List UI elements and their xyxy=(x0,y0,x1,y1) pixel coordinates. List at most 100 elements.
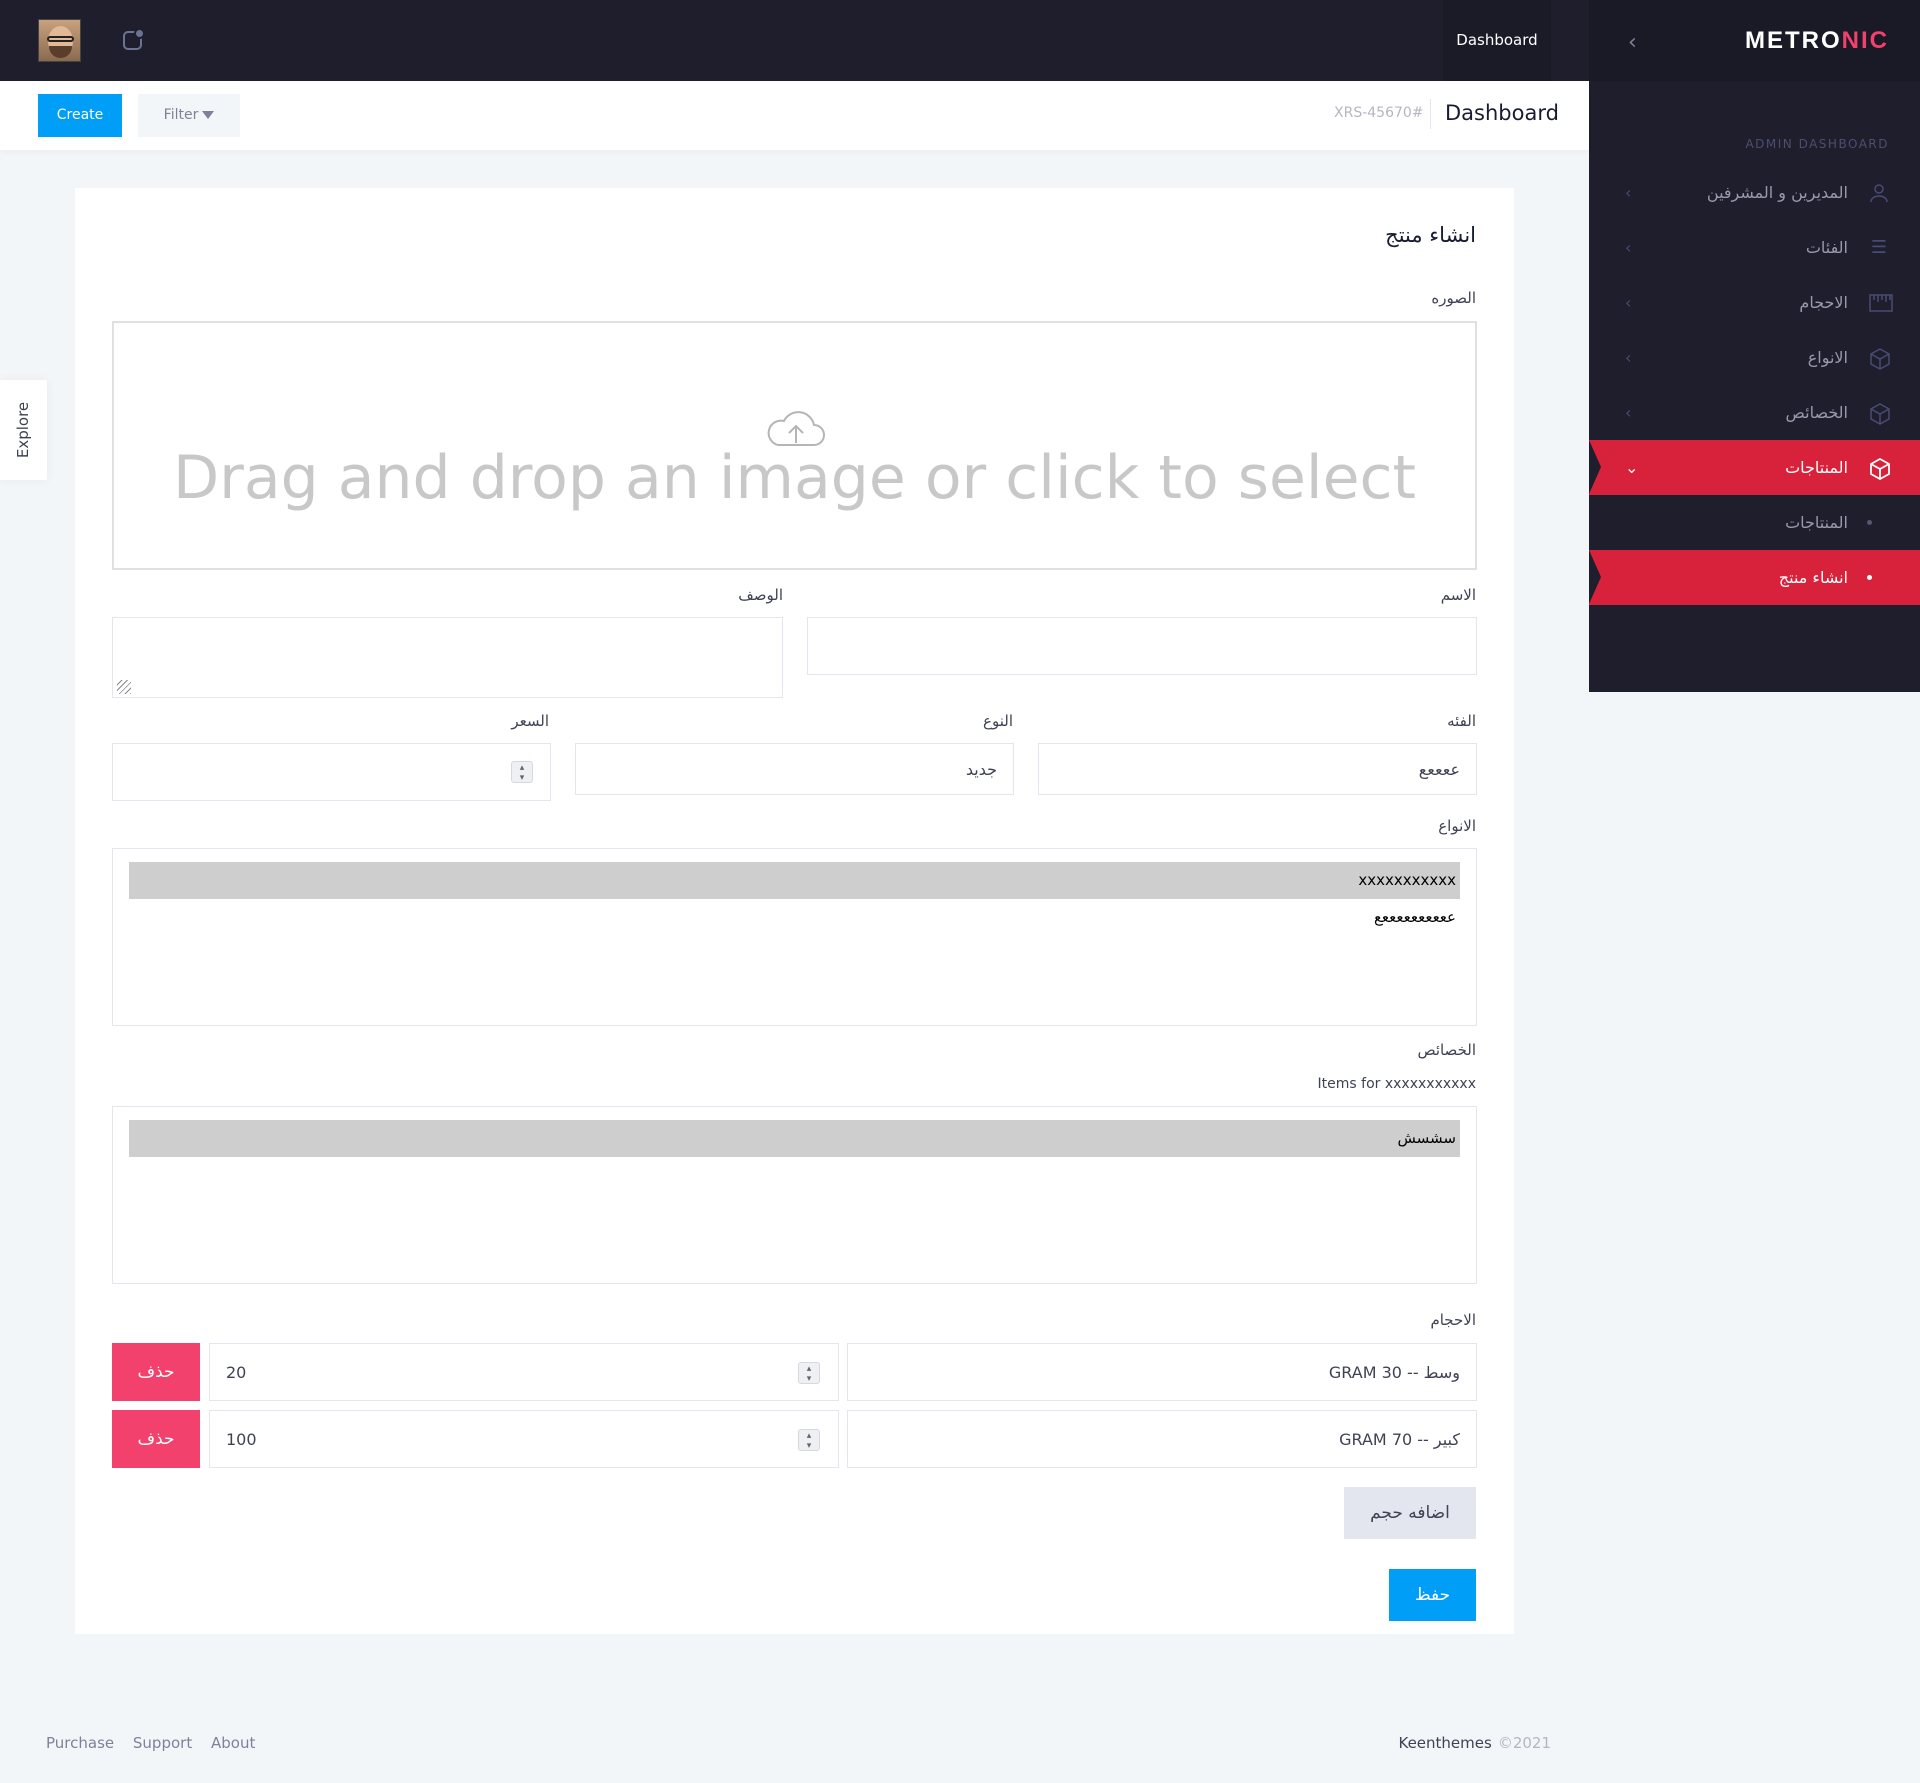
list-item[interactable]: ععععععععععع xyxy=(129,899,1460,936)
sidebar-item-admins[interactable]: ‹ المديرين و المشرفين xyxy=(1589,165,1920,220)
sidebar-subitem-products-list[interactable]: المنتاجات xyxy=(1589,495,1920,550)
user-avatar[interactable] xyxy=(38,19,81,62)
list-item[interactable]: xxxxxxxxxxx xyxy=(129,862,1460,899)
card-title: انشاء منتج xyxy=(1385,223,1476,247)
cube-icon xyxy=(1869,403,1890,425)
size-select[interactable]: وسط -- GRAM 30 xyxy=(847,1343,1477,1401)
image-label: الصوره xyxy=(1431,289,1476,307)
category-label: الفئه xyxy=(1447,712,1476,730)
notification-icon[interactable] xyxy=(123,28,145,50)
sidebar-item-label: المنتاجات xyxy=(1785,458,1848,477)
filter-label: Filter xyxy=(163,107,199,123)
footer-copyright: Keenthemes ©2021 xyxy=(1398,1734,1551,1752)
type-select[interactable]: جديد xyxy=(575,743,1014,795)
explore-tab[interactable]: Explore xyxy=(0,380,47,480)
list-item[interactable]: سشسش xyxy=(129,1120,1460,1157)
type-value: جديد xyxy=(965,760,997,779)
chevron-down-icon: ⌄ xyxy=(1625,458,1639,477)
delete-size-button[interactable]: حذف xyxy=(112,1410,200,1468)
subheader-divider xyxy=(1430,99,1431,129)
delete-size-button[interactable]: حذف xyxy=(112,1343,200,1401)
logo-accent: NIC xyxy=(1841,27,1889,54)
sidebar-subitem-label: انشاء منتج xyxy=(1778,568,1848,587)
number-spinner-icon[interactable]: ▴ ▾ xyxy=(798,1429,820,1451)
cube-icon xyxy=(1869,348,1890,370)
logo-main: METRO xyxy=(1744,27,1842,54)
attributes-group-label: Items for xxxxxxxxxxx xyxy=(1317,1076,1476,1092)
add-size-button[interactable]: اضافه حجم xyxy=(1344,1487,1476,1539)
size-qty-input[interactable]: 100 ▴ ▾ xyxy=(209,1410,839,1468)
footer-link-purchase[interactable]: Purchase xyxy=(46,1734,114,1752)
brand-logo[interactable]: METRONIC xyxy=(1745,27,1889,55)
price-label: السعر xyxy=(511,712,549,730)
number-spinner-icon[interactable]: ▴ ▾ xyxy=(798,1362,820,1384)
sidebar-item-label: المديرين و المشرفين xyxy=(1706,183,1848,202)
explore-label: Explore xyxy=(14,401,32,459)
sizes-label: الاحجام xyxy=(1430,1311,1476,1329)
ruler-icon xyxy=(1869,293,1893,313)
list-icon: ☰ xyxy=(1870,237,1888,258)
types-multiselect[interactable]: xxxxxxxxxxx ععععععععععع xyxy=(112,848,1477,1026)
filter-icon xyxy=(202,111,215,119)
image-dropzone[interactable]: Drag and drop an image or click to selec… xyxy=(112,321,1477,570)
sidebar-item-label: الاحجام xyxy=(1799,293,1848,312)
footer-brand[interactable]: Keenthemes xyxy=(1398,1734,1491,1752)
dropzone-text: Drag and drop an image or click to selec… xyxy=(172,443,1417,513)
chevron-left-icon: ‹ xyxy=(1625,238,1632,257)
price-input[interactable]: ▴ ▾ xyxy=(112,743,551,801)
bullet-dot-icon xyxy=(1867,520,1872,525)
category-select[interactable]: ععععع xyxy=(1038,743,1477,795)
attributes-multiselect[interactable]: سشسش xyxy=(112,1106,1477,1284)
save-button[interactable]: حفظ xyxy=(1389,1569,1476,1621)
sidebar-collapse-icon[interactable]: ‹ xyxy=(1628,30,1637,55)
bullet-dot-icon xyxy=(1867,575,1872,580)
sidebar-section-title: ADMIN DASHBOARD xyxy=(1745,137,1889,151)
sidebar-item-types[interactable]: ‹ الانواع xyxy=(1589,330,1920,385)
chevron-left-icon: ‹ xyxy=(1625,293,1632,312)
footer: Purchase Support About Keenthemes ©2021 xyxy=(0,1720,1589,1766)
description-label: الوصف xyxy=(738,586,783,604)
cube-icon xyxy=(1869,457,1890,481)
user-icon xyxy=(1869,183,1889,203)
filter-button[interactable]: Filter xyxy=(138,94,240,137)
type-label: النوع xyxy=(983,712,1013,730)
sidebar: ‹ METRONIC ADMIN DASHBOARD ‹ المديرين و … xyxy=(1589,0,1920,692)
footer-link-about[interactable]: About xyxy=(211,1734,255,1752)
top-header: Dashboard xyxy=(0,0,1589,81)
size-value: كبير -- GRAM 70 xyxy=(1339,1430,1460,1449)
size-value: وسط -- GRAM 30 xyxy=(1328,1363,1460,1382)
avatar-glasses xyxy=(47,36,74,42)
footer-links: Purchase Support About xyxy=(46,1734,269,1752)
page-title: Dashboard xyxy=(1445,101,1559,125)
subheader: Create Filter XRS-45670# Dashboard xyxy=(0,81,1589,150)
sidebar-subitem-label: المنتاجات xyxy=(1785,513,1848,532)
sidebar-item-sizes[interactable]: ‹ الاحجام xyxy=(1589,275,1920,330)
size-qty-input[interactable]: 20 ▴ ▾ xyxy=(209,1343,839,1401)
category-value: ععععع xyxy=(1418,760,1460,779)
sidebar-item-categories[interactable]: ‹ الفئات ☰ xyxy=(1589,220,1920,275)
name-input[interactable] xyxy=(807,617,1477,675)
avatar-beard xyxy=(49,46,72,58)
footer-year: ©2021 xyxy=(1497,1734,1551,1752)
create-product-card: انشاء منتج الصوره Drag and drop an image… xyxy=(75,188,1514,1634)
sidebar-subitem-create-product[interactable]: انشاء منتج xyxy=(1589,550,1920,605)
resize-handle-icon[interactable] xyxy=(117,680,131,694)
chevron-left-icon: ‹ xyxy=(1625,183,1632,202)
description-textarea[interactable] xyxy=(112,617,783,698)
subheader-code: XRS-45670# xyxy=(1334,105,1424,121)
size-qty-value: 100 xyxy=(226,1430,257,1449)
sidebar-header: ‹ METRONIC xyxy=(1589,0,1920,81)
sidebar-item-label: الخصائص xyxy=(1785,403,1848,422)
name-label: الاسم xyxy=(1440,586,1476,604)
footer-link-support[interactable]: Support xyxy=(133,1734,192,1752)
header-dashboard-tab[interactable]: Dashboard xyxy=(1443,0,1551,81)
sidebar-item-attributes[interactable]: ‹ الخصائص xyxy=(1589,385,1920,440)
create-button[interactable]: Create xyxy=(38,94,122,137)
number-spinner-icon[interactable]: ▴ ▾ xyxy=(511,761,533,783)
sidebar-item-label: الفئات xyxy=(1805,238,1848,257)
chevron-left-icon: ‹ xyxy=(1625,348,1632,367)
attributes-label: الخصائص xyxy=(1417,1041,1476,1059)
size-qty-value: 20 xyxy=(226,1363,247,1382)
size-select[interactable]: كبير -- GRAM 70 xyxy=(847,1410,1477,1468)
sidebar-item-products[interactable]: ⌄ المنتاجات xyxy=(1589,440,1920,495)
